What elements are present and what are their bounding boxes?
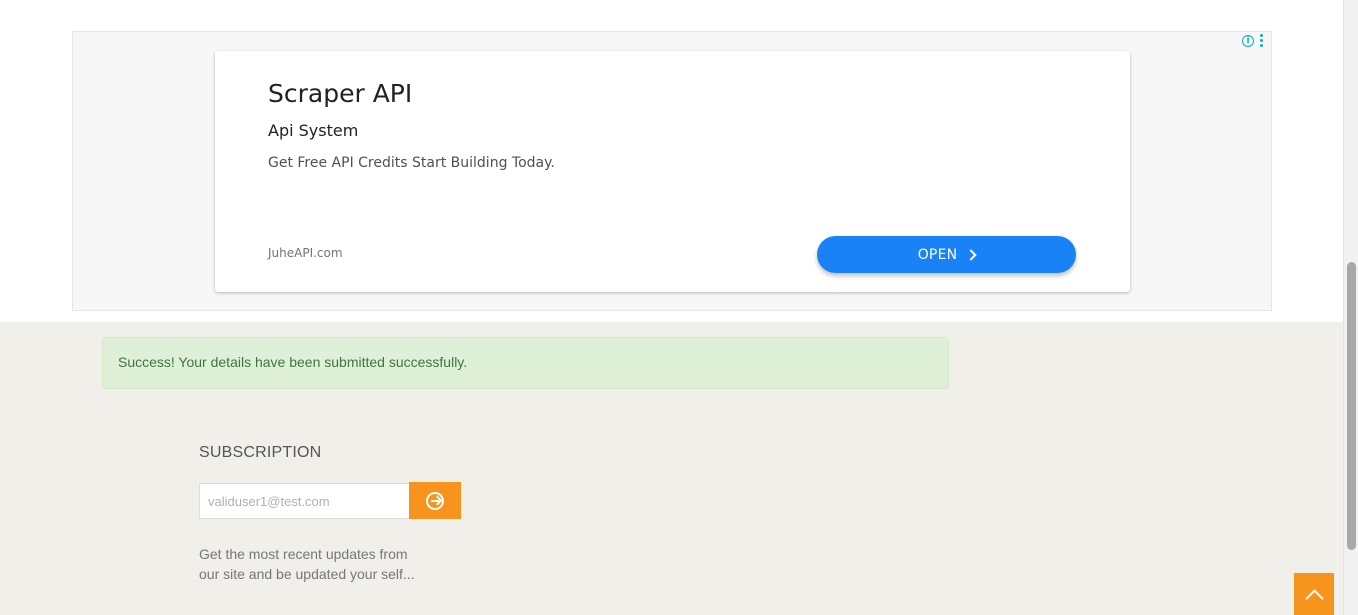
ad-choices[interactable]: i (1242, 34, 1263, 47)
success-alert-message: Success! Your details have been submitte… (118, 354, 468, 370)
scrollbar-thumb[interactable] (1347, 262, 1356, 550)
arrow-circle-right-icon (426, 491, 444, 510)
page-scrollbar[interactable] (1343, 0, 1358, 615)
ad-title[interactable]: Scraper API (268, 79, 412, 108)
info-icon[interactable]: i (1242, 34, 1254, 47)
subscription-email-input[interactable] (199, 483, 410, 519)
success-alert: Success! Your details have been submitte… (102, 337, 949, 389)
top-area: i Scraper API Api System Get Free API Cr… (0, 0, 1343, 322)
subscription-submit-button[interactable] (409, 482, 461, 519)
page-body: Success! Your details have been submitte… (0, 322, 1343, 615)
subscription-description: Get the most recent updates from our sit… (199, 546, 415, 582)
ad-card[interactable]: Scraper API Api System Get Free API Cred… (215, 51, 1130, 292)
ad-description: Get Free API Credits Start Building Toda… (268, 155, 555, 171)
more-vertical-icon[interactable] (1259, 34, 1263, 47)
subscription-title: SUBSCRIPTION (199, 444, 322, 461)
chevron-right-icon (965, 248, 977, 261)
chevron-up-icon (1304, 588, 1324, 608)
ad-subtitle: Api System (268, 121, 359, 140)
ad-open-label: OPEN (917, 246, 958, 263)
ad-domain[interactable]: JuheAPI.com (268, 246, 343, 260)
back-to-top-button[interactable] (1294, 573, 1334, 615)
ad-frame: i Scraper API Api System Get Free API Cr… (72, 31, 1272, 311)
ad-open-button[interactable]: OPEN (817, 236, 1076, 273)
